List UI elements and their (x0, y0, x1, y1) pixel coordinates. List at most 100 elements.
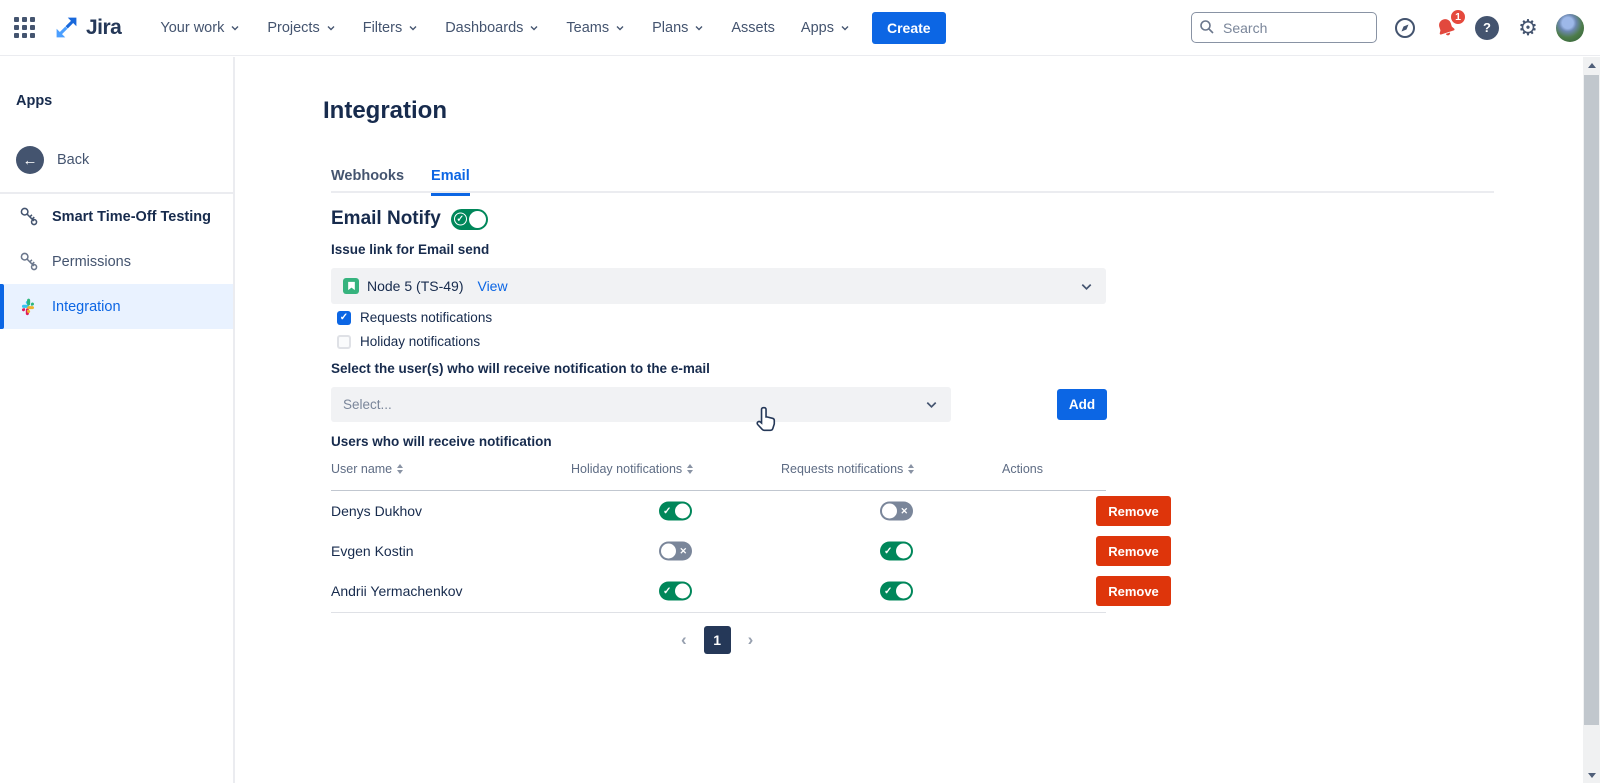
nav-filters[interactable]: Filters (352, 13, 430, 43)
discover-compass-icon[interactable] (1392, 15, 1418, 41)
user-avatar[interactable] (1556, 14, 1584, 42)
key-gear-icon (16, 205, 40, 229)
holiday-notifications-checkbox-row[interactable]: Holiday notifications (337, 334, 480, 349)
requests-notifications-checkbox-row[interactable]: ✓ Requests notifications (337, 310, 492, 325)
sort-icon (397, 464, 403, 474)
sort-icon (687, 464, 693, 474)
chevron-down-icon (1079, 279, 1094, 294)
search-icon (1199, 19, 1215, 35)
current-page-button[interactable]: 1 (704, 626, 731, 654)
nav-assets[interactable]: Assets (720, 13, 786, 43)
user-select-label: Select the user(s) who will receive noti… (331, 361, 710, 376)
next-page-icon[interactable]: › (744, 626, 758, 654)
tabs-divider (331, 191, 1494, 193)
email-notify-toggle[interactable]: ✓ (451, 209, 488, 230)
add-user-button[interactable]: Add (1057, 389, 1107, 420)
help-icon[interactable]: ? (1474, 15, 1500, 41)
jira-mark-icon (54, 15, 79, 40)
vertical-scrollbar[interactable] (1583, 57, 1600, 783)
sidebar-item-integration[interactable]: Integration (0, 284, 233, 329)
slack-icon (16, 295, 40, 319)
nav-projects[interactable]: Projects (256, 13, 347, 43)
issue-link-label: Issue link for Email send (331, 242, 489, 257)
holiday-toggle[interactable]: ✓ (659, 582, 692, 601)
jira-logo[interactable]: Jira (54, 15, 121, 40)
nav-teams[interactable]: Teams (555, 13, 637, 43)
apps-sidebar: Apps ← Back Smart Time-Off Testing Permi… (0, 57, 235, 783)
email-notify-section: Email Notify ✓ (331, 208, 488, 230)
issue-link-select[interactable]: Node 5 (TS-49) View (331, 268, 1106, 304)
key-gear-icon (16, 250, 40, 274)
table-row: Evgen Kostin ✕ ✓ Remove (331, 531, 1106, 571)
nav-apps[interactable]: Apps (790, 13, 862, 43)
view-issue-link[interactable]: View (477, 278, 507, 294)
pagination: ‹ 1 › (677, 626, 757, 654)
sidebar-item-permissions[interactable]: Permissions (0, 239, 233, 284)
selected-issue-value: Node 5 (TS-49) (367, 278, 463, 294)
sidebar-item-label: Permissions (52, 254, 131, 270)
story-type-icon (343, 278, 359, 294)
sidebar-heading: Apps (16, 93, 233, 109)
primary-nav: Your work Projects Filters Dashboards Te… (149, 13, 862, 43)
chevron-down-icon (229, 22, 241, 34)
select-placeholder: Select... (343, 397, 392, 412)
column-header-holiday-notifications[interactable]: Holiday notifications (571, 462, 693, 476)
chevron-down-icon (528, 22, 540, 34)
notification-count-badge: 1 (1449, 8, 1467, 26)
user-select-dropdown[interactable]: Select... (331, 387, 951, 422)
requests-toggle[interactable]: ✕ (880, 502, 913, 521)
product-name: Jira (86, 16, 121, 40)
scrollbar-thumb[interactable] (1584, 75, 1599, 725)
scroll-down-icon[interactable] (1583, 767, 1600, 783)
checkbox-label: Holiday notifications (360, 334, 480, 349)
nav-plans[interactable]: Plans (641, 13, 716, 43)
remove-user-button[interactable]: Remove (1096, 496, 1171, 526)
chevron-down-icon (325, 22, 337, 34)
chevron-down-icon (693, 22, 705, 34)
notifications-bell-icon[interactable]: 1 (1433, 15, 1459, 41)
scroll-up-icon[interactable] (1583, 57, 1600, 73)
checkbox-checked-icon[interactable]: ✓ (337, 311, 351, 325)
table-row: Andrii Yermachenkov ✓ ✓ Remove (331, 571, 1106, 611)
main-content: Integration Webhooks Email Email Notify … (237, 56, 1583, 783)
checkbox-unchecked-icon[interactable] (337, 335, 351, 349)
back-arrow-icon: ← (16, 146, 44, 174)
requests-toggle[interactable]: ✓ (880, 582, 913, 601)
column-header-actions: Actions (1002, 462, 1043, 476)
sort-icon (908, 464, 914, 474)
users-table-caption: Users who will receive notification (331, 434, 552, 449)
settings-gear-icon[interactable]: ⚙ (1515, 15, 1541, 41)
table-row: Denys Dukhov ✓ ✕ Remove (331, 491, 1106, 531)
checkbox-label: Requests notifications (360, 310, 492, 325)
holiday-toggle[interactable]: ✕ (659, 542, 692, 561)
global-search (1191, 12, 1377, 43)
email-notify-heading: Email Notify (331, 208, 441, 230)
nav-dashboards[interactable]: Dashboards (434, 13, 551, 43)
sidebar-item-smart-time-off-testing[interactable]: Smart Time-Off Testing (0, 194, 233, 239)
back-label: Back (57, 152, 89, 168)
top-navigation-bar: Jira Your work Projects Filters Dashboar… (0, 0, 1600, 56)
user-name: Andrii Yermachenkov (331, 583, 463, 599)
previous-page-icon[interactable]: ‹ (677, 626, 691, 654)
chevron-down-icon (614, 22, 626, 34)
chevron-down-icon (407, 22, 419, 34)
column-header-requests-notifications[interactable]: Requests notifications (781, 462, 914, 476)
remove-user-button[interactable]: Remove (1096, 536, 1171, 566)
user-name: Denys Dukhov (331, 503, 422, 519)
user-name: Evgen Kostin (331, 543, 414, 559)
table-bottom-divider (331, 612, 1106, 613)
active-indicator (0, 284, 4, 329)
chevron-down-icon (839, 22, 851, 34)
remove-user-button[interactable]: Remove (1096, 576, 1171, 606)
topbar-right-actions: 1 ? ⚙ (1191, 12, 1584, 43)
search-input[interactable] (1191, 12, 1377, 43)
column-header-user-name[interactable]: User name (331, 462, 403, 476)
app-switcher-icon[interactable] (14, 17, 36, 39)
holiday-toggle[interactable]: ✓ (659, 502, 692, 521)
sidebar-item-label: Smart Time-Off Testing (52, 209, 211, 225)
requests-toggle[interactable]: ✓ (880, 542, 913, 561)
page-title: Integration (323, 97, 447, 125)
create-button[interactable]: Create (872, 12, 946, 44)
sidebar-back-button[interactable]: ← Back (0, 138, 233, 182)
nav-your-work[interactable]: Your work (149, 13, 252, 43)
